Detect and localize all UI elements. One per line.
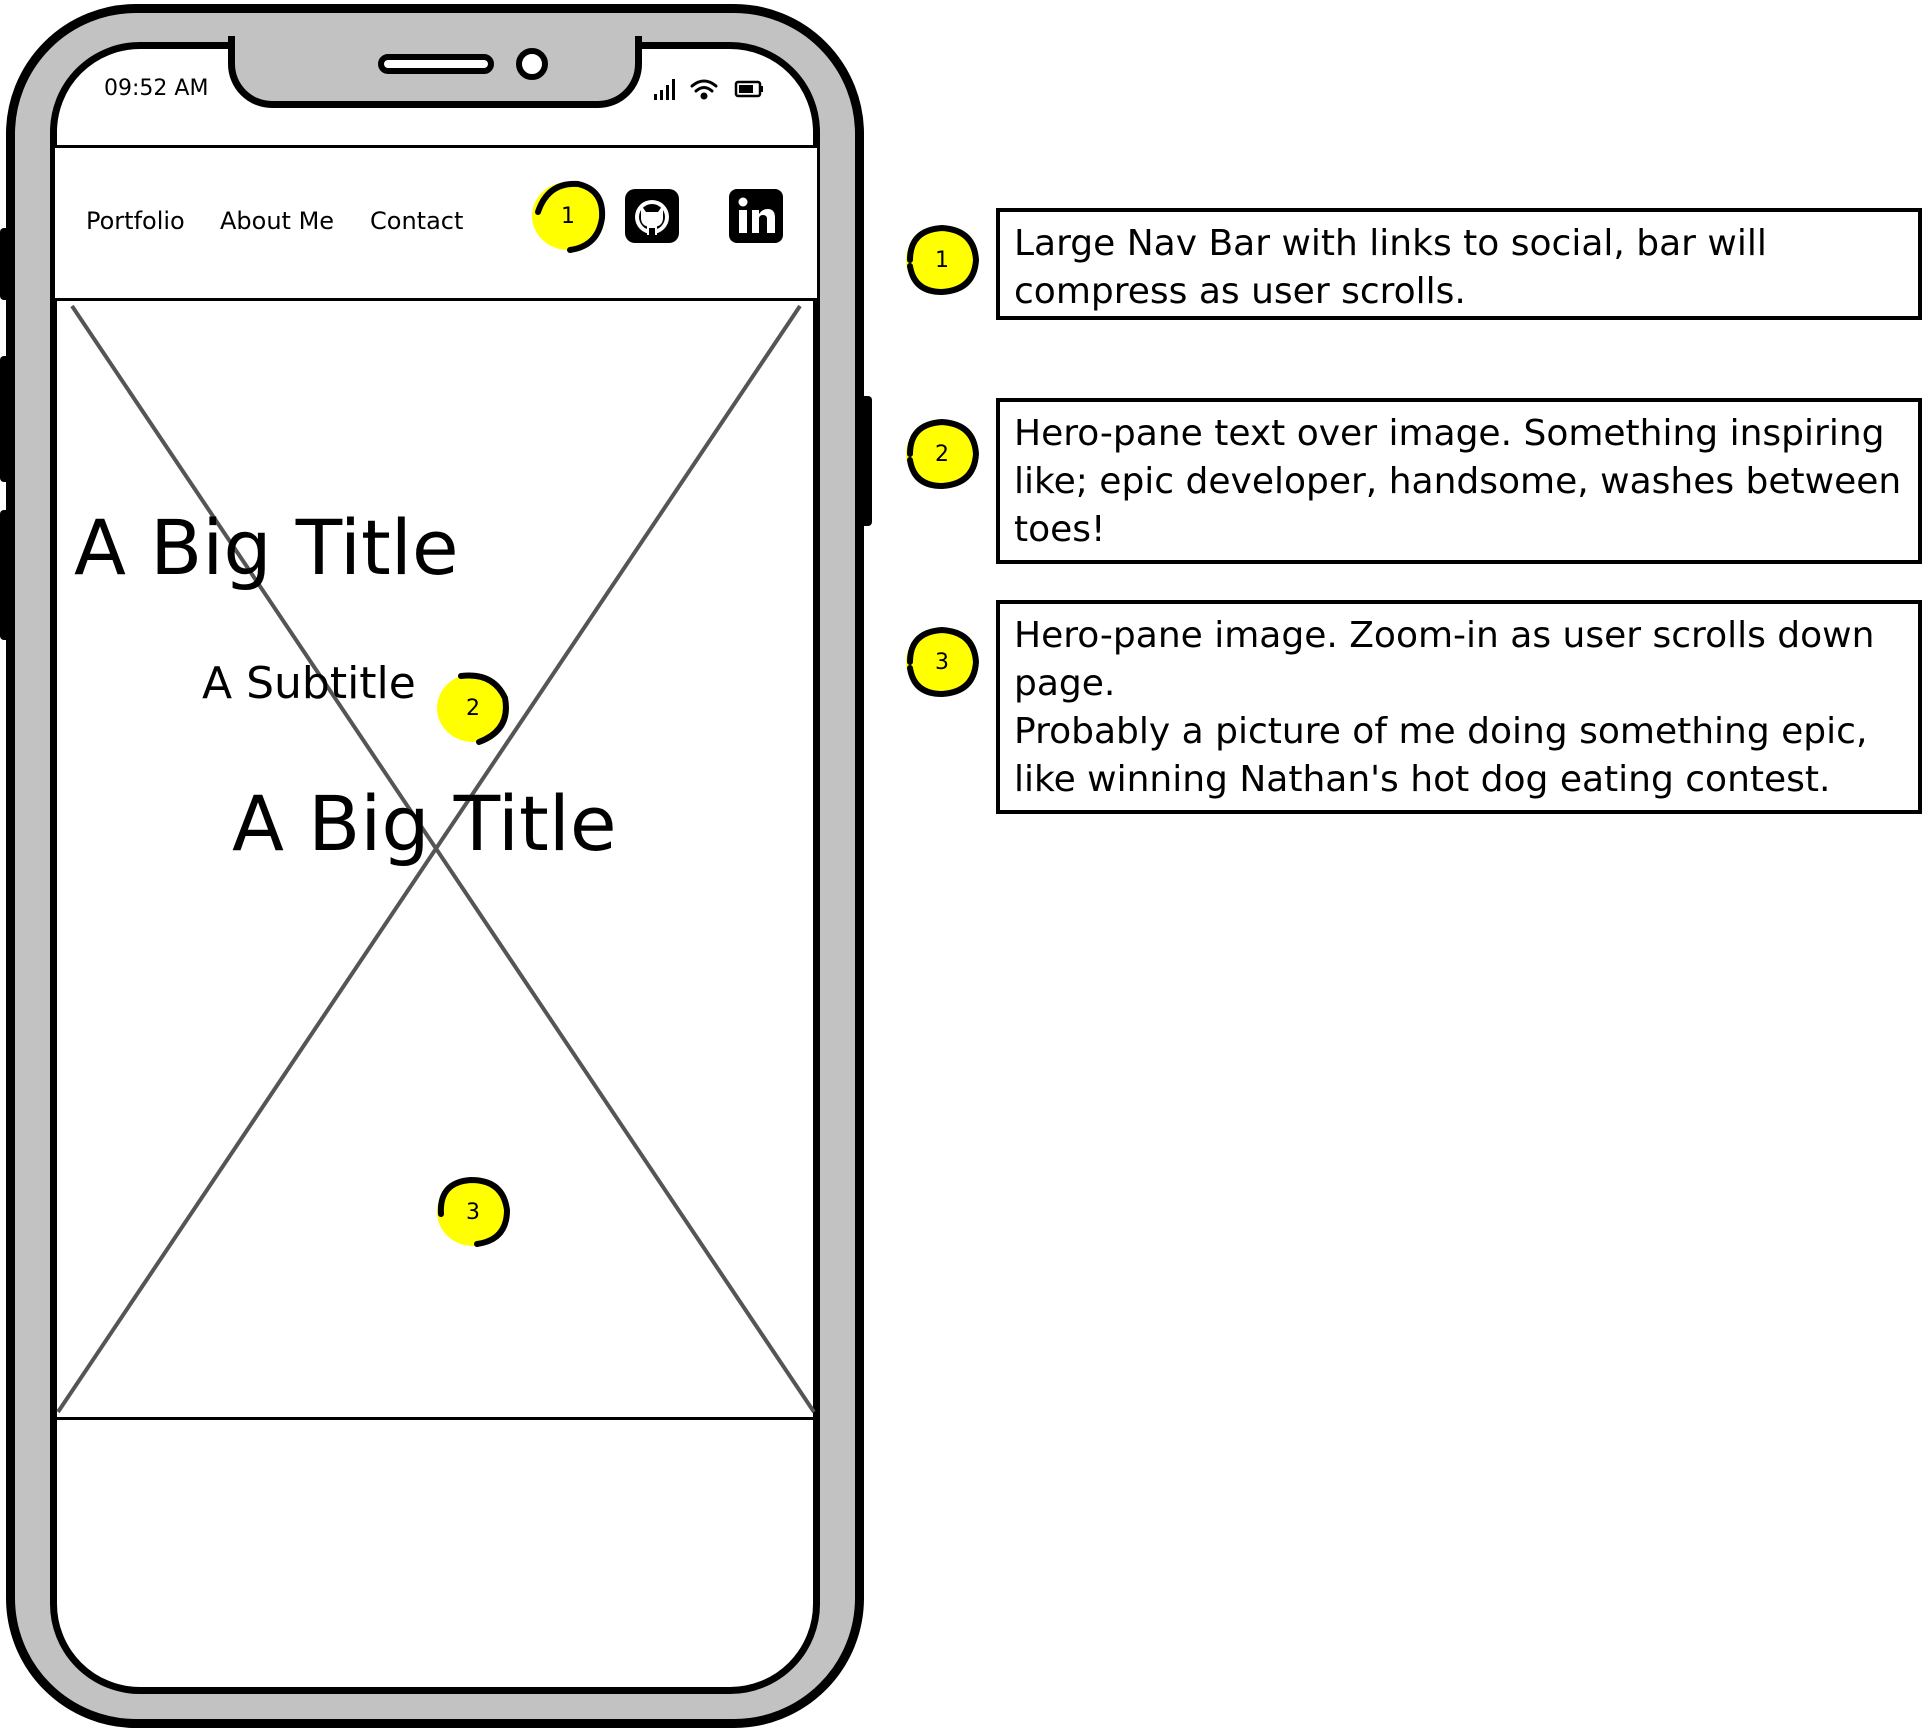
hero-title-top: A Big Title <box>74 503 459 592</box>
annotation-line: Hero-pane image. Zoom-in as user scrolls… <box>1014 615 1875 656</box>
annotation-line: compress as user scrolls. <box>1014 271 1466 312</box>
annotation-marker-3: 3 <box>902 622 982 702</box>
github-icon[interactable] <box>624 188 680 244</box>
status-icons <box>654 79 763 100</box>
annotation-marker-1: 1 <box>902 220 982 300</box>
nav-link-portfolio[interactable]: Portfolio <box>86 207 185 235</box>
wifi-icon <box>690 79 718 100</box>
marker-1: 1 <box>528 176 608 256</box>
annotation-3: Hero-pane image. Zoom-in as user scrolls… <box>996 600 1922 814</box>
hero-title-bottom: A Big Title <box>232 779 617 868</box>
side-button-volume-down <box>0 510 10 640</box>
marker-number: 3 <box>935 649 949 675</box>
side-button-power <box>860 396 872 526</box>
nav-link-about-me[interactable]: About Me <box>220 207 334 235</box>
annotation-1: Large Nav Bar with links to social, bar … <box>996 208 1922 320</box>
nav-link-contact[interactable]: Contact <box>370 207 463 235</box>
side-button-volume-up <box>0 356 10 482</box>
status-time: 09:52 AM <box>104 76 209 101</box>
marker-3: 3 <box>433 1172 513 1252</box>
front-camera <box>516 48 548 80</box>
annotation-line: Probably a picture of me doing something… <box>1014 711 1868 752</box>
battery-icon <box>734 80 763 98</box>
linkedin-icon[interactable] <box>728 188 784 244</box>
annotation-2: Hero-pane text over image. Something ins… <box>996 398 1922 564</box>
annotation-line: Hero-pane text over image. Something ins… <box>1014 413 1885 454</box>
annotation-line: Large Nav Bar with links to social, bar … <box>1014 223 1767 264</box>
marker-number: 2 <box>935 441 949 467</box>
marker-number: 3 <box>466 1199 480 1225</box>
annotation-line: toes! <box>1014 509 1106 550</box>
speaker-grille <box>378 54 494 74</box>
marker-number: 1 <box>561 203 575 229</box>
annotation-marker-2: 2 <box>902 414 982 494</box>
annotation-line: like; epic developer, handsome, washes b… <box>1014 461 1902 502</box>
marker-number: 1 <box>935 247 949 273</box>
marker-2: 2 <box>433 668 513 748</box>
signal-icon <box>654 79 675 100</box>
annotation-line: like winning Nathan's hot dog eating con… <box>1014 759 1831 800</box>
hero-subtitle: A Subtitle <box>202 658 416 709</box>
annotation-line: page. <box>1014 663 1116 704</box>
side-button-silent <box>0 228 10 300</box>
marker-number: 2 <box>466 695 480 721</box>
